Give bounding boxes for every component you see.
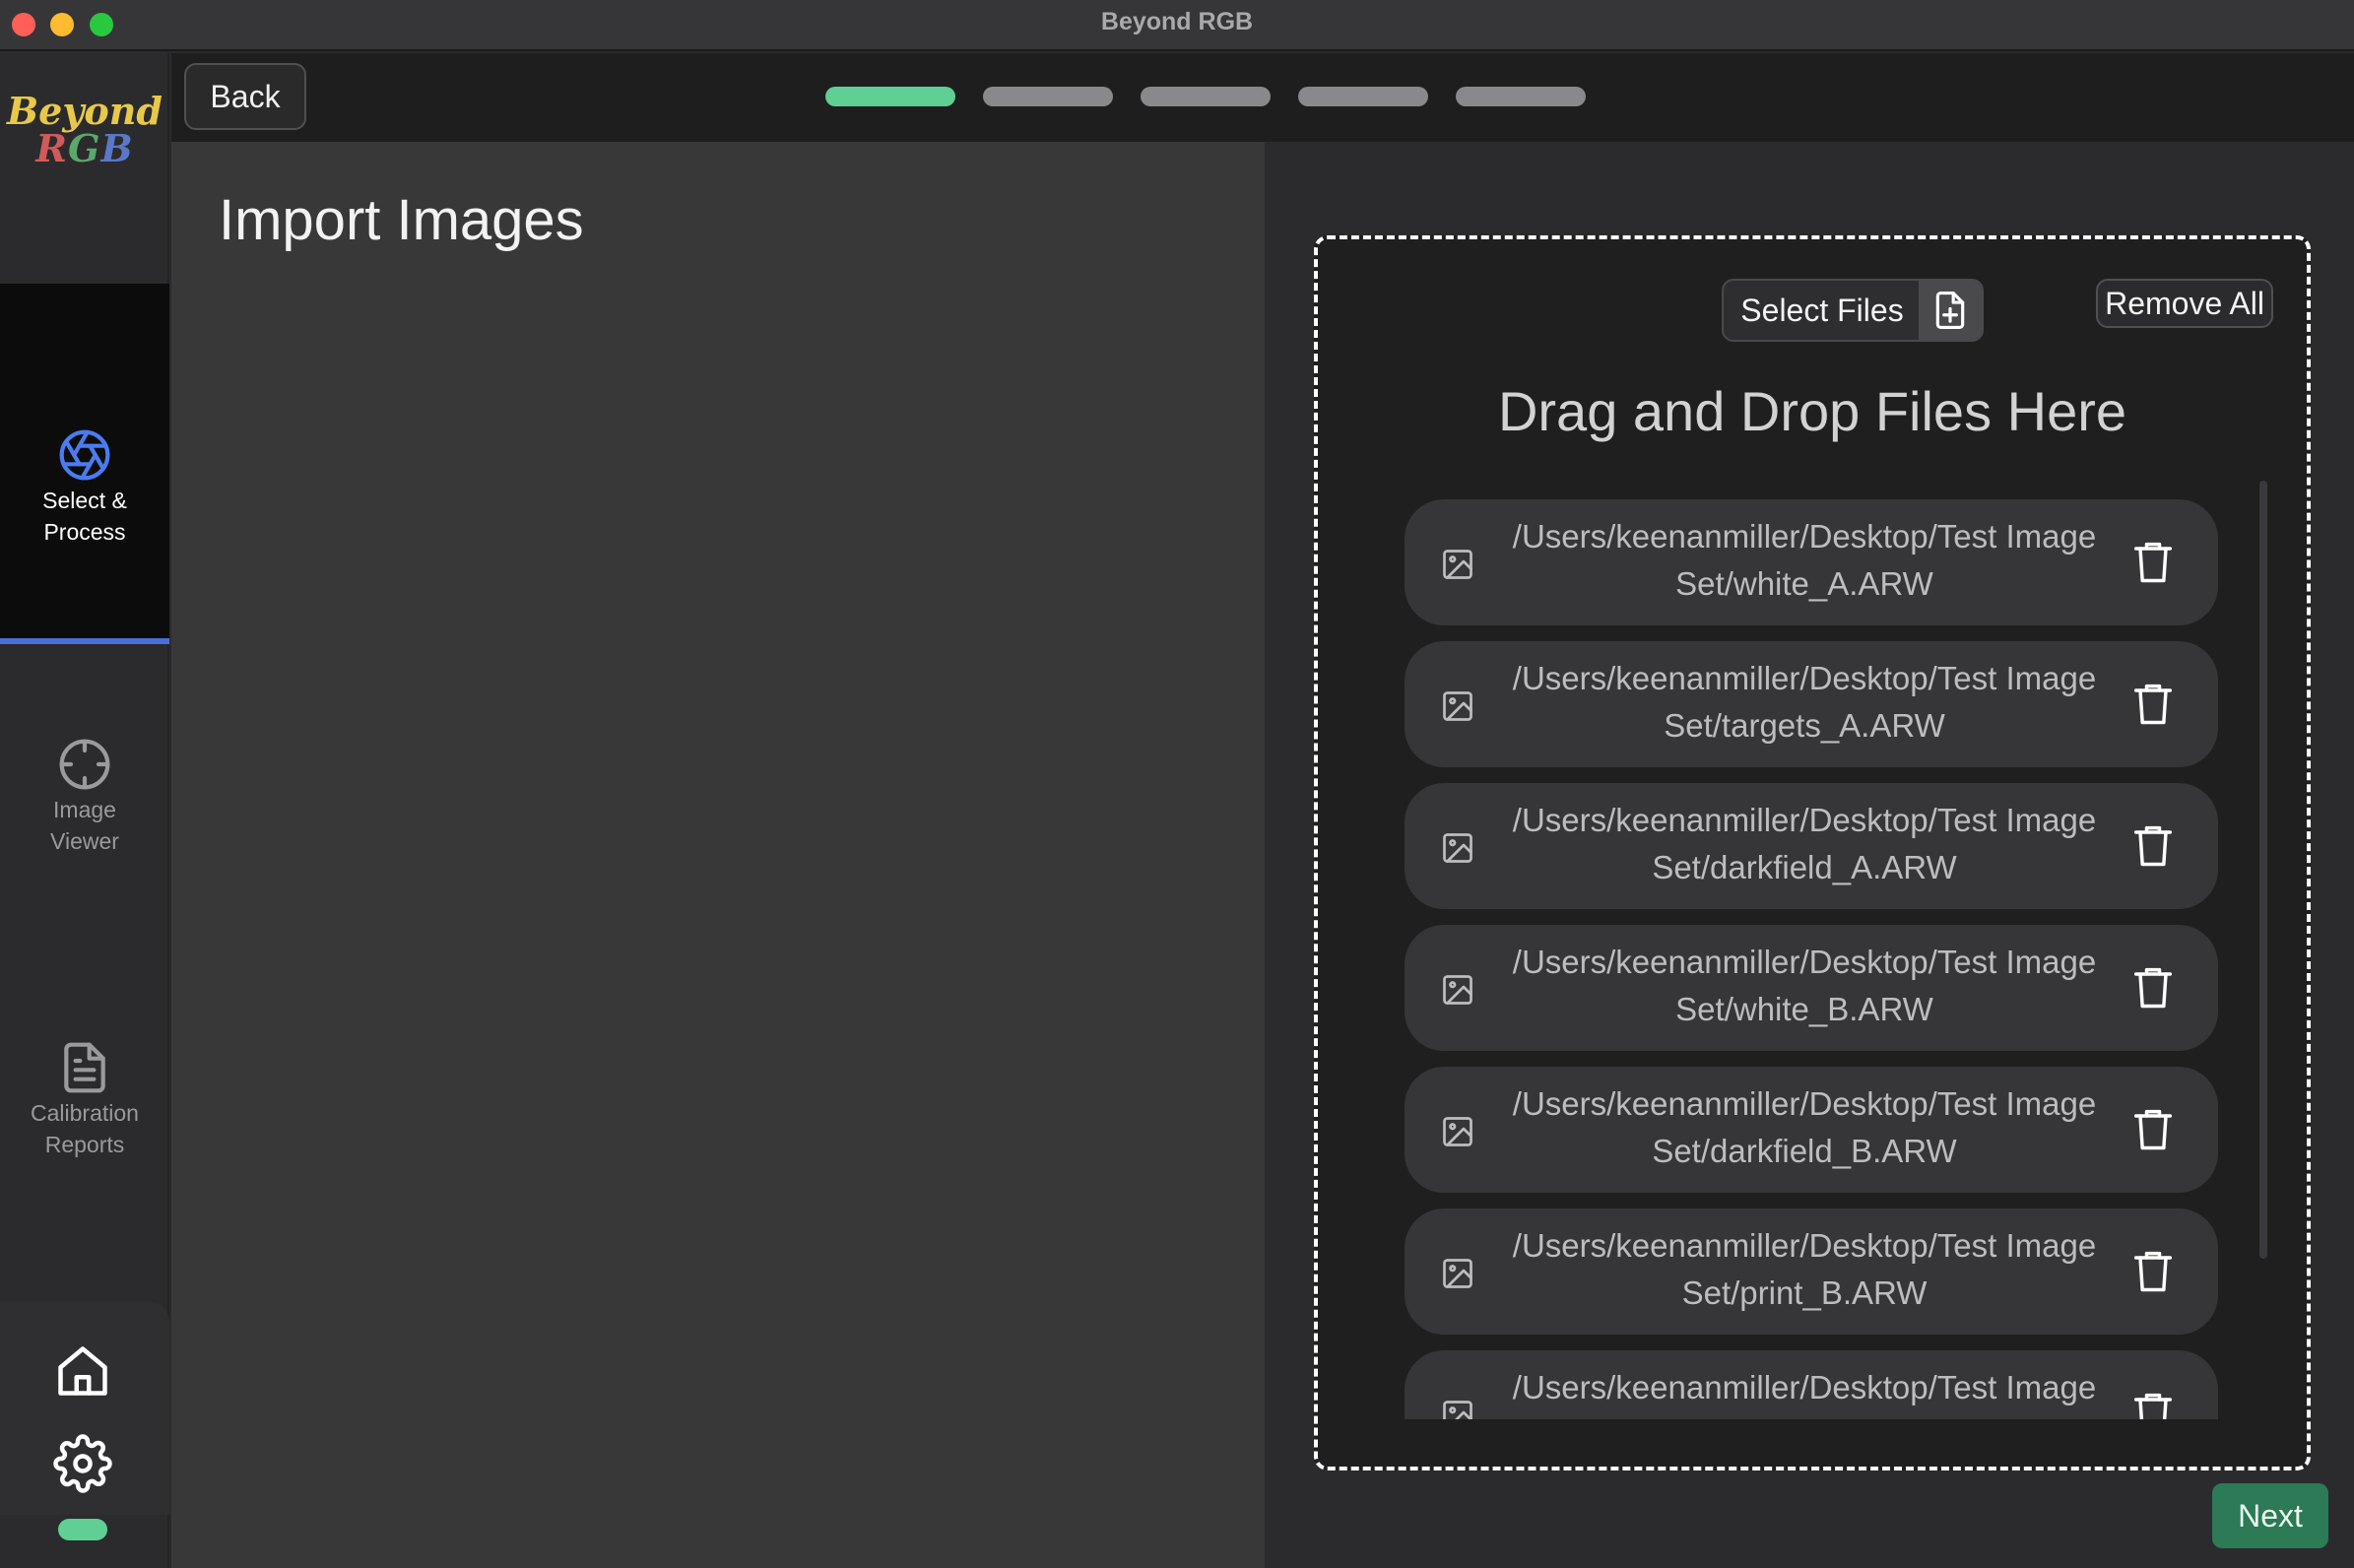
file-list-item: /Users/keenanmiller/Desktop/Test ImageSe…: [1405, 925, 2218, 1051]
home-icon[interactable]: [53, 1341, 112, 1401]
file-path: /Users/keenanmiller/Desktop/Test ImageSe…: [1512, 518, 2097, 602]
drop-zone-title: Drag and Drop Files Here: [1497, 380, 2127, 442]
file-path: /Users/keenanmiller/Desktop/Test ImageSe…: [1512, 1085, 2097, 1169]
file-path: /Users/keenanmiller/Desktop/Test ImageSe…: [1512, 660, 2097, 744]
file-list-item: /Users/keenanmiller/Desktop/Test ImageSe…: [1405, 499, 2218, 625]
image-file-icon: [1443, 1401, 1472, 1419]
select-files-label: Select Files: [1740, 293, 1904, 328]
file-drop-zone[interactable]: Select Files Remove All Drag and Drop Fi…: [1314, 235, 2311, 1470]
aperture-icon: [59, 429, 110, 481]
app-logo: Beyond RGB: [0, 93, 169, 167]
image-file-icon: [1443, 975, 1472, 1005]
left-panel: Import Images: [171, 142, 1265, 1568]
file-list-item: /Users/keenanmiller/Desktop/Test ImageSe…: [1405, 641, 2218, 767]
file-list-item: /Users/keenanmiller/Desktop/Test ImageSe…: [1405, 1209, 2218, 1335]
logo-text-beyond: Beyond: [7, 89, 163, 133]
file-path: /Users/keenanmiller/Desktop/Test ImageSe…: [1512, 1227, 2097, 1311]
sidebar-item-label: Image Viewer: [50, 797, 119, 854]
gear-icon[interactable]: [53, 1434, 112, 1493]
file-add-icon: [1919, 281, 1982, 340]
progress-step-2: [983, 87, 1113, 106]
trash-icon[interactable]: [2127, 535, 2179, 588]
title-bar: Beyond RGB: [0, 0, 2354, 51]
file-path: /Users/keenanmiller/Desktop/Test ImageSe…: [1512, 1369, 2097, 1419]
progress-step-1: [825, 87, 955, 106]
next-button[interactable]: Next: [2212, 1483, 2328, 1548]
trash-icon[interactable]: [2127, 1386, 2179, 1419]
select-files-button[interactable]: Select Files: [1722, 279, 1984, 342]
file-path: /Users/keenanmiller/Desktop/Test ImageSe…: [1512, 944, 2097, 1027]
document-icon: [64, 1042, 105, 1093]
image-file-icon: [1443, 833, 1472, 863]
remove-all-button[interactable]: Remove All: [2096, 279, 2273, 328]
page-title: Import Images: [219, 188, 584, 252]
image-file-icon: [1443, 691, 1472, 721]
sidebar-item-label: Select & Process: [42, 488, 127, 545]
sidebar-bottom-panel: [0, 1302, 169, 1515]
trash-icon[interactable]: [2127, 818, 2179, 872]
sidebar-item-image-viewer[interactable]: Image Viewer: [0, 684, 169, 881]
sidebar-item-label: Calibration Reports: [31, 1100, 139, 1157]
back-button[interactable]: Back: [184, 63, 306, 130]
trash-icon[interactable]: [2127, 677, 2179, 730]
file-list-item: /Users/keenanmiller/Desktop/Test ImageSe…: [1405, 1067, 2218, 1193]
file-list-item: /Users/keenanmiller/Desktop/Test ImageSe…: [1405, 1350, 2218, 1419]
image-file-icon: [1443, 1259, 1472, 1288]
crosshair-icon: [59, 739, 110, 790]
active-indicator: [0, 638, 169, 644]
file-list-scrollbar[interactable]: [2259, 481, 2267, 1259]
theme-toggle[interactable]: [58, 1519, 107, 1540]
image-file-icon: [1443, 550, 1472, 579]
file-path: /Users/keenanmiller/Desktop/Test ImageSe…: [1512, 802, 2097, 885]
image-file-icon: [1443, 1117, 1472, 1146]
trash-icon[interactable]: [2127, 1102, 2179, 1155]
sidebar-item-calibration-reports[interactable]: Calibration Reports: [0, 987, 169, 1184]
top-bar: Back: [171, 53, 2354, 142]
sidebar-item-select-process[interactable]: Select & Process: [0, 284, 169, 644]
logo-text-rgb: RGB: [35, 126, 134, 170]
trash-icon[interactable]: [2127, 1244, 2179, 1297]
trash-icon[interactable]: [2127, 960, 2179, 1013]
file-list-item: /Users/keenanmiller/Desktop/Test ImageSe…: [1405, 783, 2218, 909]
progress-step-3: [1141, 87, 1271, 106]
progress-step-5: [1456, 87, 1586, 106]
window-title: Beyond RGB: [1100, 8, 1254, 35]
progress-step-4: [1298, 87, 1428, 106]
right-panel: Select Files Remove All Drag and Drop Fi…: [1265, 142, 2354, 1568]
file-list[interactable]: /Users/keenanmiller/Desktop/Test Image Se…: [1405, 499, 2218, 1419]
